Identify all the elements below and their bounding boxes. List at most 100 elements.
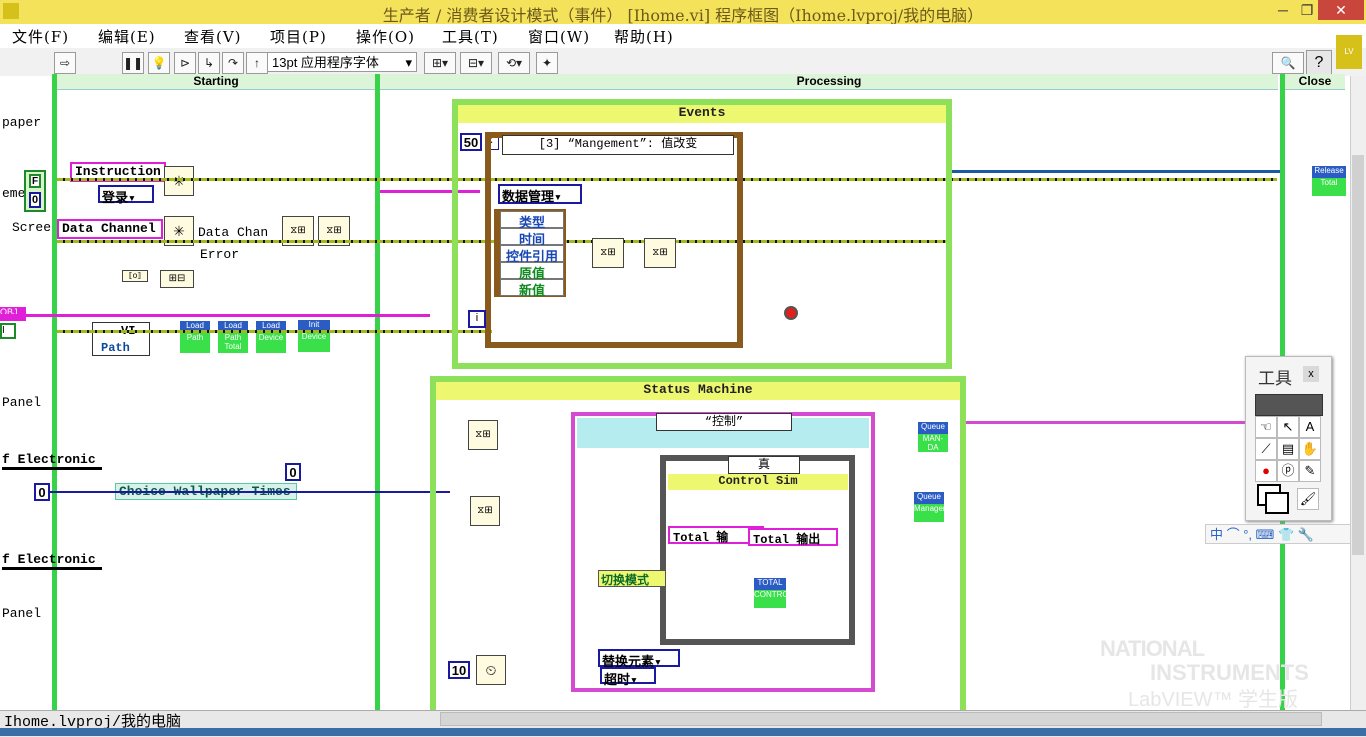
enqueue-node[interactable]: ⧖⊞ xyxy=(592,238,624,268)
iteration-terminal: i xyxy=(468,310,486,328)
reference-node[interactable]: ⟦o⟧ xyxy=(122,270,148,282)
step-into-icon[interactable]: ↳ xyxy=(198,52,220,74)
distribute-icon[interactable]: ⊟▾ xyxy=(460,52,492,74)
replace-element-ring[interactable]: 替换元素▾ xyxy=(598,649,680,670)
font-select-value: 13pt 应用程序字体 xyxy=(272,55,379,70)
event-selector[interactable]: [3] “Mangement”: 值改变 xyxy=(502,135,734,155)
release-node: Total xyxy=(1312,178,1346,196)
tools-title: 工具 xyxy=(1258,369,1292,388)
ime-toolbar[interactable]: 中 ⌒ °, ⌨ 👕 🔧 xyxy=(1205,524,1365,544)
queue-property-node[interactable]: Queue xyxy=(914,492,944,504)
timeout-value: 超时 xyxy=(604,673,631,688)
run-arrow-icon[interactable]: ⇨ xyxy=(54,52,76,74)
font-select[interactable]: 13pt 应用程序字体 ▾ xyxy=(267,52,417,72)
text-tool-icon[interactable]: A xyxy=(1299,416,1321,438)
total-property-node[interactable]: TOTAL xyxy=(754,578,786,590)
dequeue-node[interactable]: ⧖⊞ xyxy=(468,420,498,450)
stop-icon[interactable] xyxy=(784,306,798,320)
breakpoint-icon[interactable]: ● xyxy=(1255,460,1277,482)
wire xyxy=(57,330,492,333)
wire xyxy=(948,170,1280,173)
menu-help[interactable]: 帮助(H) xyxy=(614,26,674,47)
dequeue-node[interactable]: ⧖⊞ xyxy=(470,496,500,526)
data-chan-label: Data Chan xyxy=(198,225,269,240)
vi-terminal: I xyxy=(0,323,16,339)
label-eme: eme xyxy=(2,186,26,201)
timeout-constant[interactable]: 50 xyxy=(460,133,482,151)
close-icon[interactable]: x xyxy=(1303,366,1319,382)
probe-icon[interactable]: ⓟ xyxy=(1277,460,1299,482)
queue-property-node: MAN-DA xyxy=(918,434,948,452)
total-property-node: CONTROL xyxy=(754,590,793,608)
hand-icon[interactable]: ☜ xyxy=(1255,416,1277,438)
inner-case-value: 真 xyxy=(757,458,770,472)
highlight-bulb-icon[interactable]: 💡 xyxy=(148,52,170,74)
menu-tools[interactable]: 工具(T) xyxy=(442,26,499,47)
boolean-constant[interactable]: F 0 xyxy=(24,170,46,212)
wait-ms-constant[interactable]: 10 xyxy=(448,661,470,679)
context-help-button[interactable]: ? xyxy=(1306,50,1332,76)
reorder-icon[interactable]: ⟲▾ xyxy=(498,52,530,74)
labview-watermark: LabVIEW™ 学生版 xyxy=(1128,689,1299,711)
load-path-node: Path xyxy=(180,333,210,353)
load-path-total-node: Path Total xyxy=(218,333,248,353)
wire xyxy=(50,491,450,493)
inner-case-selector[interactable]: 真 xyxy=(728,456,800,474)
vi-icon[interactable]: LV xyxy=(1336,35,1362,69)
wait-timer-icon[interactable]: ⏲ xyxy=(476,655,506,685)
label-panel: Panel xyxy=(2,395,42,410)
horizontal-scrollbar[interactable] xyxy=(440,712,1322,726)
close-button[interactable]: ✕ xyxy=(1318,0,1364,20)
vi-path-node[interactable]: VI Path xyxy=(92,322,150,356)
enqueue-node[interactable]: ⧖⊞ xyxy=(644,238,676,268)
frame-close-header: Close xyxy=(1285,74,1345,90)
data-management-label: 数据管理 xyxy=(502,190,555,205)
bg-color xyxy=(1265,492,1289,514)
cleanup-icon[interactable]: ✦ xyxy=(536,52,558,74)
frame-processing-header: Processing xyxy=(380,74,1278,90)
status-machine-title: Status Machine xyxy=(436,382,960,400)
path-label: Path xyxy=(101,341,130,355)
vertical-scroll-thumb[interactable] xyxy=(1352,155,1364,555)
release-node[interactable]: Release xyxy=(1312,166,1346,178)
color-copy-icon[interactable]: ✎ xyxy=(1299,460,1321,482)
ni-watermark: NATIONAL xyxy=(1100,636,1205,661)
menu-operate[interactable]: 操作(O) xyxy=(356,26,415,47)
field-new-value: 新值 xyxy=(500,279,564,298)
retain-wire-icon[interactable]: ⊳ xyxy=(174,52,196,74)
pause-icon[interactable]: ❚❚ xyxy=(122,52,144,74)
login-ring[interactable]: 登录▾ xyxy=(98,185,154,206)
reference-node[interactable]: ⊞⊟ xyxy=(160,270,194,288)
chevron-down-icon: ▾ xyxy=(405,55,412,70)
step-out-icon[interactable]: ↑ xyxy=(246,52,268,74)
scroll-icon[interactable]: ✋ xyxy=(1299,438,1321,460)
numeric-constant[interactable]: 0 xyxy=(285,463,301,481)
step-over-icon[interactable]: ↷ xyxy=(222,52,244,74)
menu-tool-icon[interactable]: ▤ xyxy=(1277,438,1299,460)
brush-icon[interactable]: 🖌 xyxy=(1297,488,1319,510)
data-management-cluster[interactable]: 数据管理▾ xyxy=(498,184,582,205)
cursor-icon[interactable]: ↖ xyxy=(1277,416,1299,438)
auto-tool-icon[interactable] xyxy=(1255,394,1323,416)
color-picker-icon[interactable] xyxy=(1257,484,1289,514)
numeric-constant[interactable]: 0 xyxy=(34,483,50,501)
align-icon[interactable]: ⊞▾ xyxy=(424,52,456,74)
control-sim-label: Control Sim xyxy=(668,474,848,490)
wire xyxy=(0,314,430,317)
queue-property-node[interactable]: Queue xyxy=(918,422,948,434)
menu-view[interactable]: 查看(V) xyxy=(184,26,242,47)
label-panel: Panel xyxy=(2,606,42,621)
timeout-ring[interactable]: 超时▾ xyxy=(600,667,656,688)
window-title: 生产者 / 消费者设计模式（事件） [Ihome.vi] 程序框图（Ihome.… xyxy=(382,6,984,25)
search-icon[interactable]: 🔍 xyxy=(1272,52,1304,74)
event-register-node[interactable]: ✳ xyxy=(164,166,194,196)
queue-property-node: Manager xyxy=(914,504,946,522)
wire-tool-icon[interactable]: ⟋ xyxy=(1255,438,1277,460)
label-electronic: f Electronic xyxy=(2,452,102,470)
case-selector[interactable]: “控制” xyxy=(656,413,792,431)
switch-mode-label: 切换模式 xyxy=(598,570,666,588)
menu-project[interactable]: 项目(P) xyxy=(270,26,327,47)
menu-window[interactable]: 窗口(W) xyxy=(528,26,590,47)
menu-file[interactable]: 文件(F) xyxy=(12,26,69,47)
menu-edit[interactable]: 编辑(E) xyxy=(98,26,156,47)
